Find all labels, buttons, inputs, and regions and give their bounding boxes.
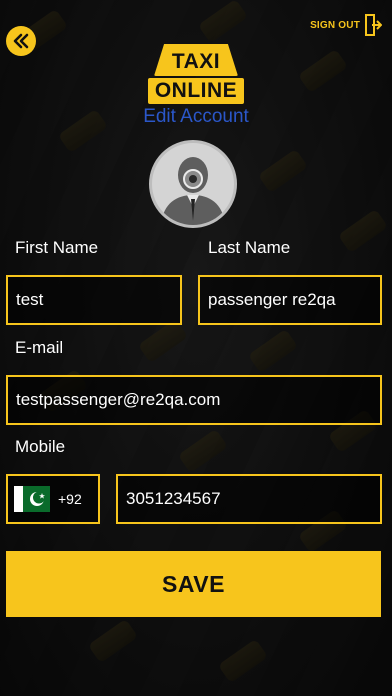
first-name-label: First Name (15, 238, 99, 257)
logo-top-text: TAXI (171, 50, 221, 73)
dial-code: +92 (58, 491, 82, 507)
exit-door-icon (365, 14, 382, 36)
taxi-online-logo: TAXI ONLINE Edit Account (0, 44, 392, 128)
avatar[interactable] (149, 140, 237, 228)
email-label: E-mail (15, 338, 64, 357)
logo-bottom-text: ONLINE (154, 79, 238, 102)
mobile-field[interactable]: 3051234567 (116, 474, 382, 524)
mobile-value: 3051234567 (126, 489, 221, 508)
pakistan-flag-icon (14, 486, 50, 512)
page-title: Edit Account (143, 106, 249, 127)
country-code-picker[interactable]: +92 (6, 474, 100, 524)
last-name-value: passenger re2qa (208, 290, 336, 309)
first-name-value: test (16, 290, 44, 309)
first-name-field[interactable]: test (6, 275, 182, 325)
user-camera-avatar-icon (161, 157, 225, 225)
last-name-field[interactable]: passenger re2qa (198, 275, 382, 325)
mobile-label: Mobile (15, 437, 66, 456)
sign-out-label: SIGN OUT (310, 19, 360, 31)
sign-out-button[interactable]: SIGN OUT (310, 14, 382, 36)
save-button[interactable]: SAVE (6, 551, 381, 617)
save-label: SAVE (162, 570, 225, 597)
email-value: testpassenger@re2qa.com (16, 390, 221, 409)
email-field[interactable]: testpassenger@re2qa.com (6, 375, 382, 425)
last-name-label: Last Name (208, 238, 291, 257)
